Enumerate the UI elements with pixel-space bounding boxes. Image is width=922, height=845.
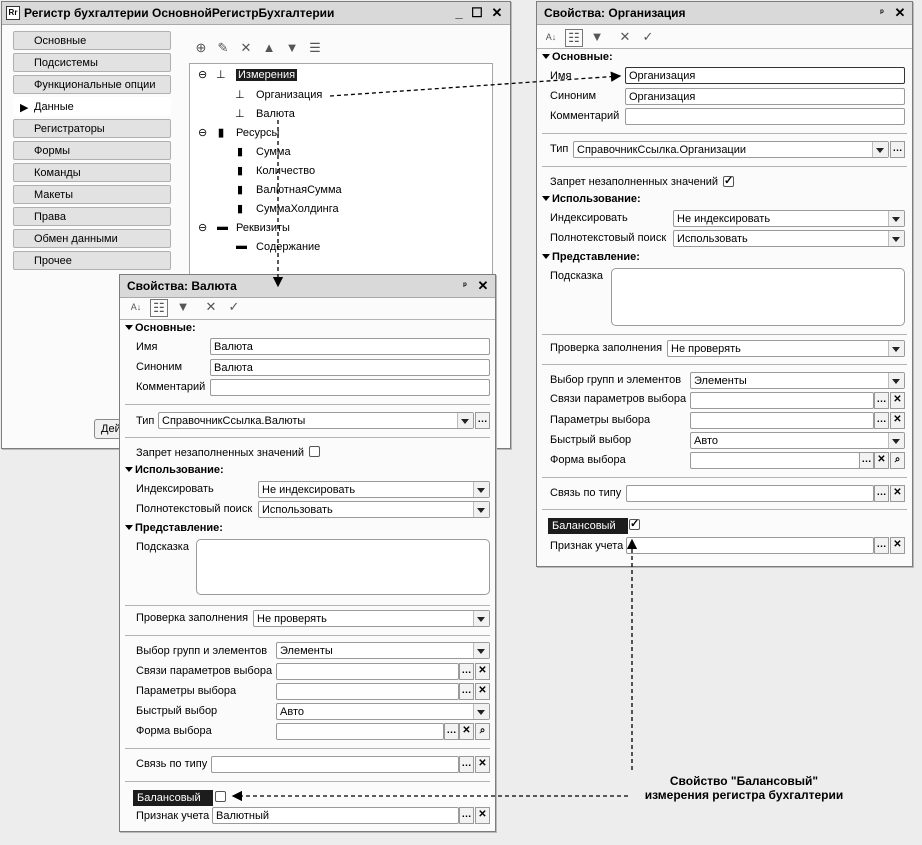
- annotation-line2: измерения регистра бухгалтерии: [644, 788, 844, 802]
- arrow-organization: [329, 71, 622, 97]
- annotation-arrows: [231, 71, 638, 802]
- annotation-line1: Свойство "Балансовый": [669, 774, 819, 788]
- annotation-text: Свойство "Балансовый" измерения регистра…: [624, 774, 864, 802]
